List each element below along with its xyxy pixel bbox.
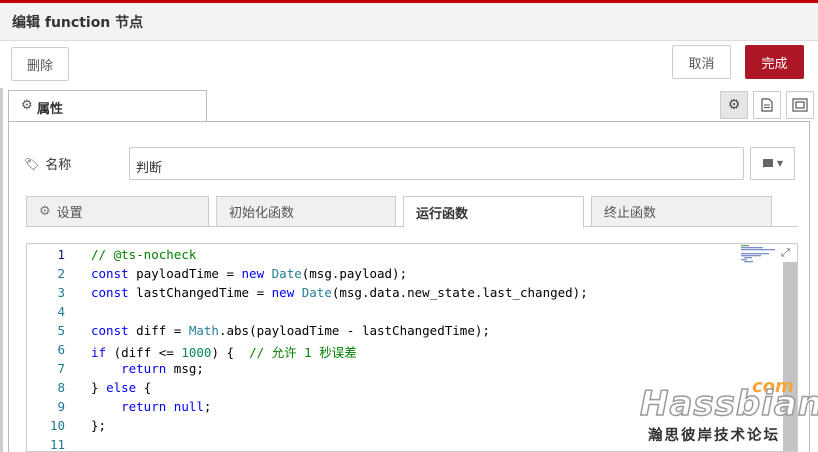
tab-setup[interactable]: ⚙ 设置 bbox=[26, 196, 209, 227]
gear-icon: ⚙ bbox=[39, 204, 51, 219]
left-scroll-edge bbox=[0, 88, 3, 452]
tag-icon: 🏷 bbox=[24, 156, 40, 171]
code-line: const diff = Math.abs(payloadTime - last… bbox=[91, 323, 490, 338]
code-line: const payloadTime = new Date(msg.payload… bbox=[91, 266, 408, 281]
line-number: 6 bbox=[57, 342, 65, 357]
line-number: 8 bbox=[57, 380, 65, 395]
line-number: 10 bbox=[49, 418, 65, 433]
tab-on-stop-label: 终止函数 bbox=[604, 206, 657, 221]
main-tab-bar: ⚙ 属性 bbox=[0, 88, 818, 122]
icon-picker-button[interactable]: ▼ bbox=[750, 147, 795, 180]
tab-on-message-label: 运行函数 bbox=[416, 207, 469, 222]
gear-icon: ⚙ bbox=[21, 98, 33, 113]
name-label: 🏷 名称 bbox=[24, 154, 72, 174]
cancel-button[interactable]: 取消 bbox=[672, 45, 731, 79]
node-appearance-button[interactable] bbox=[786, 91, 814, 119]
node-settings-button[interactable]: ⚙ bbox=[720, 91, 748, 119]
tab-on-start-label: 初始化函数 bbox=[229, 206, 295, 221]
tab-properties[interactable]: ⚙ 属性 bbox=[8, 90, 207, 121]
done-button[interactable]: 完成 bbox=[745, 45, 804, 79]
tab-on-message[interactable]: 运行函数 bbox=[403, 196, 584, 228]
line-number: 3 bbox=[57, 285, 65, 300]
dialog-titlebar: 编辑 function 节点 bbox=[0, 3, 818, 41]
tab-setup-label: 设置 bbox=[56, 206, 83, 221]
code-line: if (diff <= 1000) { // 允许 1 秒误差 bbox=[91, 345, 357, 360]
code-line: return null; bbox=[121, 399, 212, 414]
line-number: 4 bbox=[57, 304, 65, 319]
line-number: 7 bbox=[57, 361, 65, 376]
tab-properties-label: 属性 bbox=[37, 102, 64, 117]
code-line: return msg; bbox=[121, 361, 204, 376]
line-number: 2 bbox=[57, 266, 65, 281]
code-line: } else { bbox=[91, 380, 152, 395]
function-sub-tabs: ⚙ 设置 初始化函数 运行函数 终止函数 bbox=[26, 196, 798, 228]
delete-button[interactable]: 删除 bbox=[11, 47, 69, 81]
line-number: 9 bbox=[57, 399, 65, 414]
name-input[interactable]: 判断 bbox=[129, 147, 744, 180]
line-number-gutter: 1 2 3 4 5 6 7 8 9 10 11 bbox=[27, 244, 77, 451]
line-number: 5 bbox=[57, 323, 65, 338]
code-line: const lastChangedTime = new Date(msg.dat… bbox=[91, 285, 588, 300]
dialog-title: 编辑 function 节点 bbox=[12, 15, 144, 31]
watermark-brand: Hassbian bbox=[639, 383, 818, 425]
name-label-text: 名称 bbox=[45, 158, 72, 173]
line-number: 1 bbox=[57, 247, 65, 262]
tab-on-stop[interactable]: 终止函数 bbox=[591, 196, 772, 227]
code-line: // @ts-nocheck bbox=[91, 247, 197, 262]
caret-down-icon: ▼ bbox=[776, 159, 784, 168]
node-description-button[interactable] bbox=[753, 91, 781, 119]
gear-icon: ⚙ bbox=[727, 97, 741, 113]
line-number: 11 bbox=[49, 437, 65, 452]
watermark-subtitle: 瀚思彼岸技术论坛 bbox=[648, 428, 780, 444]
document-icon bbox=[761, 98, 773, 112]
book-icon bbox=[762, 159, 773, 168]
code-minimap[interactable] bbox=[741, 245, 781, 265]
frame-icon bbox=[792, 98, 808, 112]
tab-on-start[interactable]: 初始化函数 bbox=[216, 196, 396, 227]
expand-editor-icon[interactable]: ⤢ bbox=[781, 246, 795, 260]
code-line: }; bbox=[91, 418, 107, 433]
